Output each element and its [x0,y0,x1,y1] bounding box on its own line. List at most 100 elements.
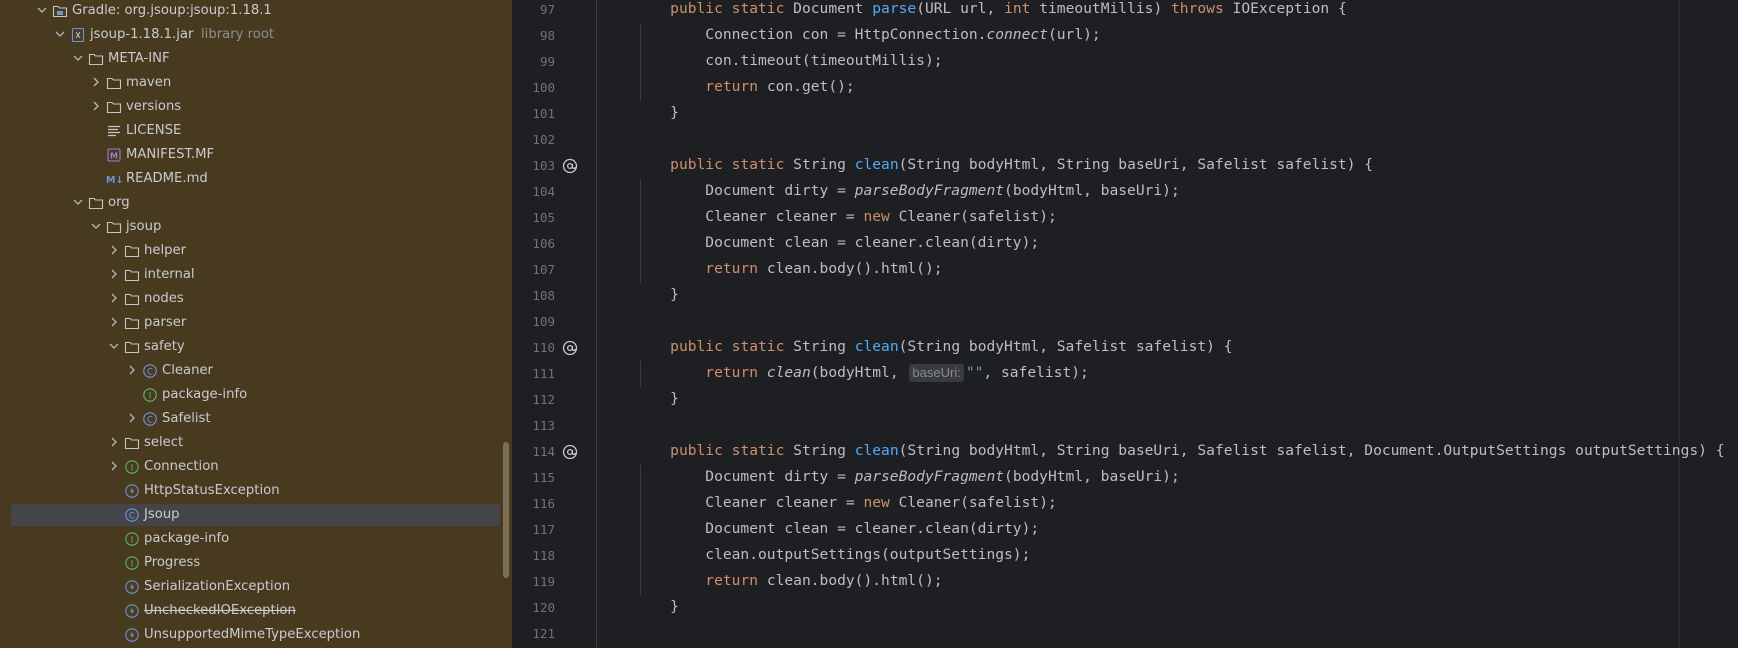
exception-class-icon [124,483,140,499]
tree-item-jsoup-1-18-1-jar[interactable]: jsoup-1.18.1.jar library root [0,23,512,47]
code-token: parse [872,0,917,17]
code-line[interactable]: 100 return con.get(); [512,75,1738,101]
tree-item-package-info[interactable]: Ipackage-info [0,383,512,407]
chevron-right-icon[interactable] [124,362,140,378]
tree-item-versions[interactable]: versions [0,95,512,119]
annotation-at-icon[interactable] [562,158,578,174]
chevron-down-icon[interactable] [52,26,68,42]
code-line[interactable]: 111 return clean(bodyHtml, baseUri: "", s… [512,361,1738,387]
tree-item-manifest-mf[interactable]: M MANIFEST.MF [0,143,512,167]
tree-item-cleaner[interactable]: C Cleaner [0,359,512,383]
code-line[interactable]: 98 Connection con = HttpConnection.conne… [512,23,1738,49]
tree-item-jsoup[interactable]: jsoup [0,215,512,239]
tree-item-connection[interactable]: I Connection [0,455,512,479]
tree-item-unsupportedmimetypeexception[interactable]: UnsupportedMimeTypeException [0,623,512,647]
chevron-right-icon[interactable] [88,74,104,90]
chevron-right-icon[interactable] [106,290,122,306]
code-line[interactable]: 106 Document clean = cleaner.clean(dirty… [512,231,1738,257]
tree-item-license[interactable]: LICENSE [0,119,512,143]
code-line[interactable]: 104 Document dirty = parseBodyFragment(b… [512,179,1738,205]
code-line[interactable]: 105 Cleaner cleaner = new Cleaner(safeli… [512,205,1738,231]
code-line[interactable]: 113 [512,413,1738,439]
code-line[interactable]: 121 [512,621,1738,647]
tree-item-label: Safelist [162,411,211,426]
code-line[interactable]: 102 [512,127,1738,153]
tree-item-maven[interactable]: maven [0,71,512,95]
tree-item-parser[interactable]: parser [0,311,512,335]
tree-item-meta-inf[interactable]: META-INF [0,47,512,71]
folder-icon [124,315,140,331]
tree-item-package-info[interactable]: Ipackage-info [0,527,512,551]
annotation-at-icon[interactable] [562,340,578,356]
code-token: clean [854,338,899,355]
code-line[interactable]: 116 Cleaner cleaner = new Cleaner(safeli… [512,491,1738,517]
tree-item-gradle-org-jsoup-jsoup-1-18-1[interactable]: Gradle: org.jsoup:jsoup:1.18.1 [0,0,512,23]
code-line[interactable]: 120 } [512,595,1738,621]
tree-item-nodes[interactable]: nodes [0,287,512,311]
indent-guide [640,465,641,595]
indent-guide [640,361,641,387]
tree-item-safety[interactable]: safety [0,335,512,359]
code-line[interactable]: 119 return clean.body().html(); [512,569,1738,595]
tree-item-readme-md[interactable]: M↓ README.md [0,167,512,191]
code-line[interactable]: 103 public static String clean(String bo… [512,153,1738,179]
tree-item-progress[interactable]: I Progress [0,551,512,575]
code-line[interactable]: 101 } [512,101,1738,127]
code-line[interactable]: 108 } [512,283,1738,309]
chevron-right-icon[interactable] [88,98,104,114]
tree-item-serializationexception[interactable]: SerializationException [0,575,512,599]
code-line[interactable]: 112 } [512,387,1738,413]
code-line[interactable]: 115 Document dirty = parseBodyFragment(b… [512,465,1738,491]
tree-item-label: LICENSE [126,123,182,138]
tree-item-label: internal [144,267,195,282]
chevron-down-icon[interactable] [88,218,104,234]
code-line[interactable]: 107 return clean.body().html(); [512,257,1738,283]
tree-item-jsoup[interactable]: C Jsoup [0,503,512,527]
tree-item-label: versions [126,99,182,114]
chevron-down-icon[interactable] [70,194,86,210]
code-line[interactable]: 114 public static String clean(String bo… [512,439,1738,465]
line-number: 118 [532,548,555,563]
tree-item-select[interactable]: select [0,431,512,455]
code-line[interactable]: 97 public static Document parse(URL url,… [512,0,1738,23]
code-line[interactable]: 99 con.timeout(timeoutMillis); [512,49,1738,75]
chevron-right-icon[interactable] [106,434,122,450]
code-token: (URL url, [916,0,1005,17]
chevron-right-icon[interactable] [106,314,122,330]
code-token: con.get(); [766,78,855,95]
tree-scrollbar-thumb[interactable] [503,442,509,578]
tree-item-httpstatusexception[interactable]: HttpStatusException [0,479,512,503]
chevron-right-icon[interactable] [106,266,122,282]
code-line[interactable]: 117 Document clean = cleaner.clean(dirty… [512,517,1738,543]
tree-item-internal[interactable]: internal [0,263,512,287]
tree-item-safelist[interactable]: C Safelist [0,407,512,431]
chevron-down-icon[interactable] [70,50,86,66]
chevron-right-icon[interactable] [106,458,122,474]
tree-item-helper[interactable]: helper [0,239,512,263]
interface-icon: I [124,531,140,547]
code-token: (bodyHtml, baseUri); [1004,468,1180,485]
indent-guide [640,23,641,101]
chevron-down-icon[interactable] [106,338,122,354]
tree-item-uncheckedioexception[interactable]: UncheckedIOException [0,599,512,623]
code-text: return clean(bodyHtml, baseUri: "", safel… [635,362,1089,384]
code-line[interactable]: 118 clean.outputSettings(outputSettings)… [512,543,1738,569]
code-line[interactable]: 109 [512,309,1738,335]
class-icon: C [142,411,158,427]
code-token: } [635,390,679,407]
chevron-right-icon[interactable] [106,242,122,258]
tree-item-label: org [108,195,130,210]
annotation-at-icon[interactable] [562,444,578,460]
svg-text:M↓: M↓ [106,175,123,186]
code-line[interactable]: 110 public static String clean(String bo… [512,335,1738,361]
code-editor[interactable]: 97 public static Document parse(URL url,… [512,0,1738,648]
code-token: } [635,598,679,615]
chevron-down-icon[interactable] [34,2,50,18]
tree-item-org[interactable]: org [0,191,512,215]
line-number: 106 [532,236,555,251]
chevron-right-icon[interactable] [124,410,140,426]
code-token: Document [793,0,873,17]
code-text: } [635,388,679,410]
